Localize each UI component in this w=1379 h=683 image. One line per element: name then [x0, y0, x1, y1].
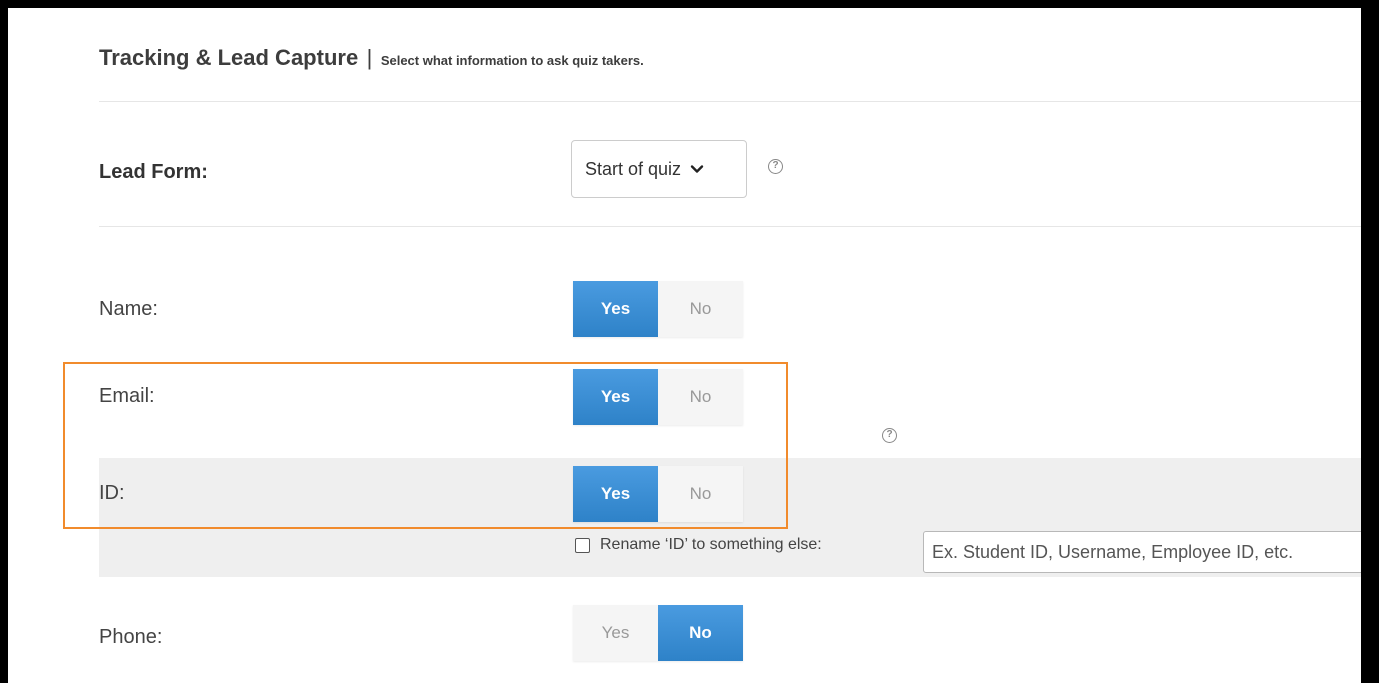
- id-yes-button[interactable]: Yes: [573, 466, 658, 522]
- divider: [99, 226, 1361, 227]
- section-header: Tracking & Lead Capture | Select what in…: [99, 45, 644, 71]
- id-label: ID:: [99, 482, 125, 504]
- rename-id-label: Rename ‘ID’ to something else:: [600, 536, 822, 553]
- phone-label: Phone:: [99, 626, 163, 648]
- divider: [99, 101, 1361, 102]
- settings-panel: Tracking & Lead Capture | Select what in…: [8, 8, 1361, 683]
- lead-form-label: Lead Form:: [99, 161, 208, 183]
- email-label: Email:: [99, 385, 155, 407]
- title-separator: |: [366, 45, 373, 70]
- rename-id-input[interactable]: [923, 531, 1361, 573]
- id-toggle: Yes No: [573, 466, 743, 522]
- email-yes-button[interactable]: Yes: [573, 369, 658, 425]
- rename-id-row: Rename ‘ID’ to something else:: [575, 536, 822, 554]
- lead-form-help-icon[interactable]: ?: [768, 159, 783, 174]
- email-toggle: Yes No: [573, 369, 743, 425]
- email-no-button[interactable]: No: [658, 369, 743, 425]
- name-toggle: Yes No: [573, 281, 743, 337]
- name-no-button[interactable]: No: [658, 281, 743, 337]
- name-yes-button[interactable]: Yes: [573, 281, 658, 337]
- phone-yes-button[interactable]: Yes: [573, 605, 658, 661]
- section-subtitle: Select what information to ask quiz take…: [380, 53, 644, 68]
- id-no-button[interactable]: No: [658, 466, 743, 522]
- screenshot-frame: Tracking & Lead Capture | Select what in…: [0, 0, 1379, 683]
- rename-id-checkbox[interactable]: [575, 537, 590, 553]
- lead-form-selected-value: Start of quiz: [585, 158, 682, 179]
- email-help-icon[interactable]: ?: [882, 428, 897, 443]
- lead-form-select[interactable]: Start of quiz: [571, 140, 747, 198]
- phone-no-button[interactable]: No: [658, 605, 743, 661]
- phone-toggle: Yes No: [573, 605, 743, 661]
- name-label: Name:: [99, 298, 158, 320]
- section-title: Tracking & Lead Capture: [99, 45, 359, 70]
- chevron-down-icon: [690, 165, 704, 173]
